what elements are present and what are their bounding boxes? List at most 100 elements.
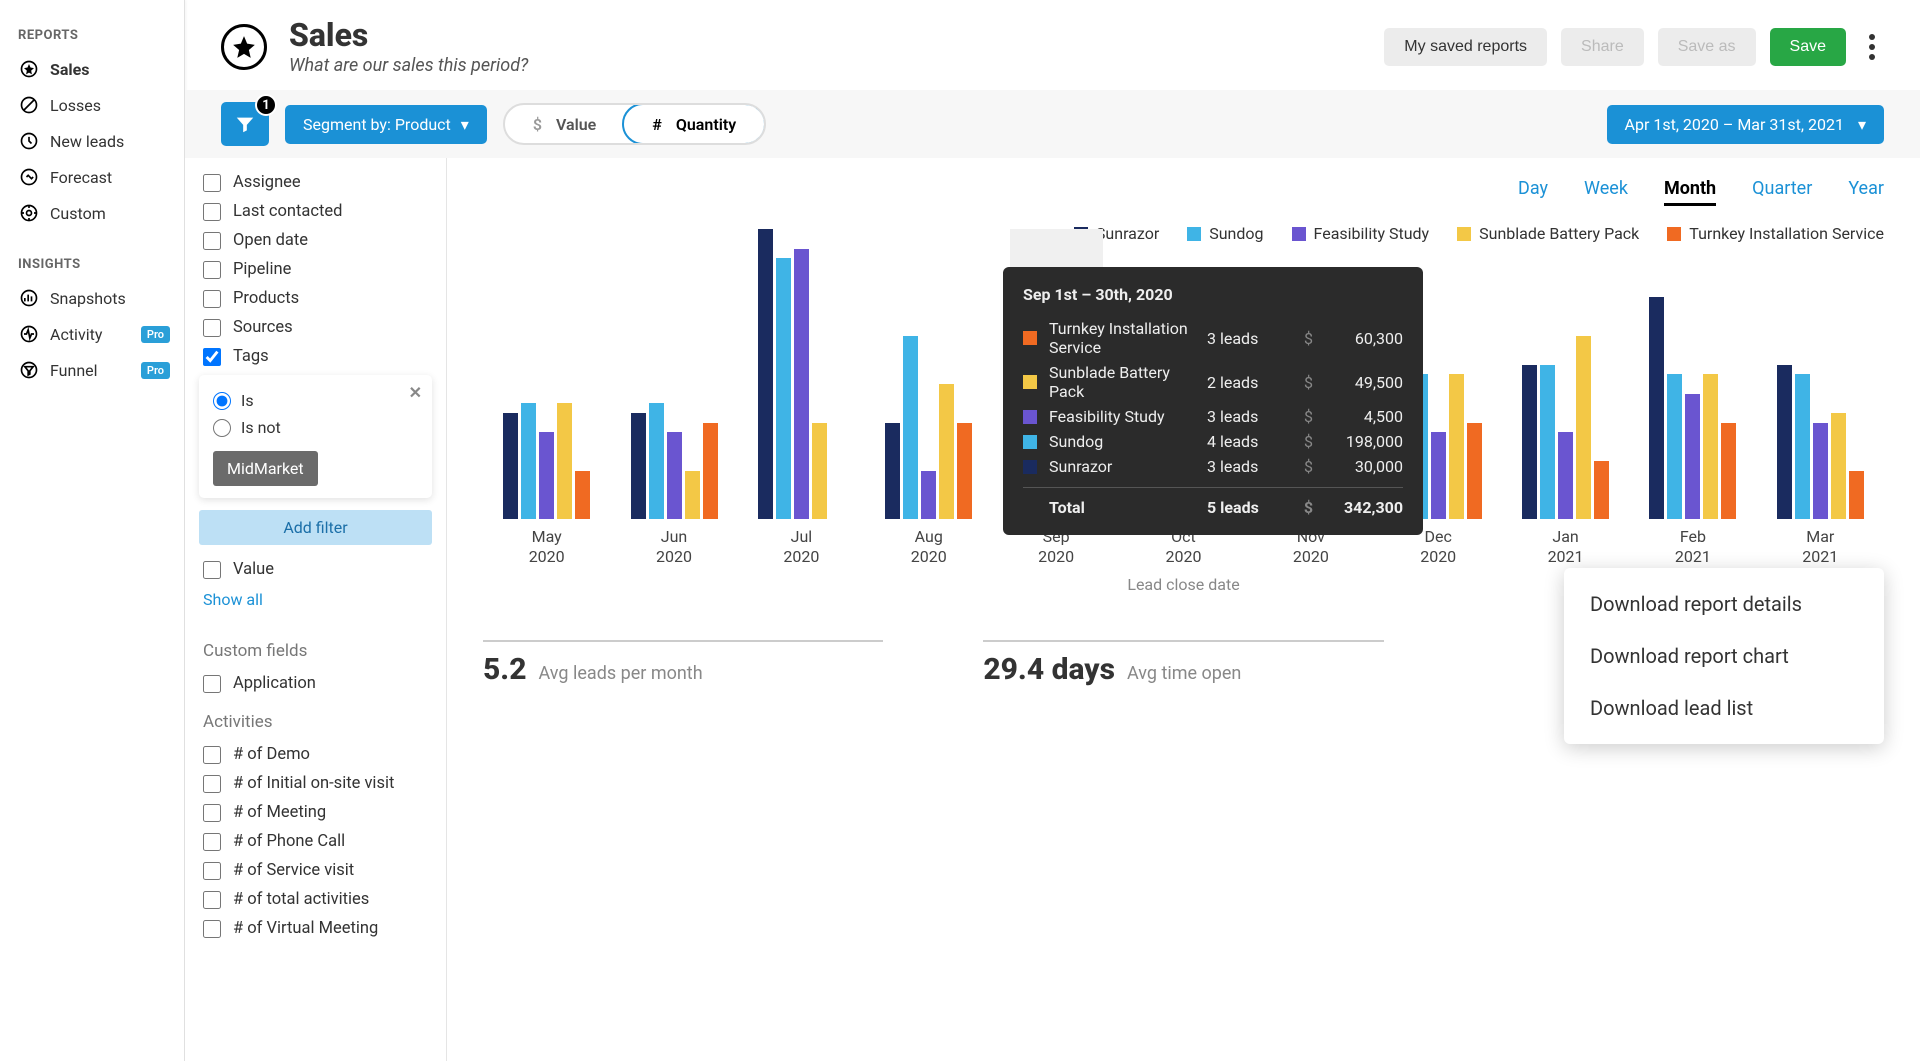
bar[interactable] [539,432,554,519]
bar[interactable] [758,229,773,519]
period-tab-quarter[interactable]: Quarter [1752,178,1812,206]
close-icon[interactable]: ✕ [409,383,422,402]
bar[interactable] [1594,461,1609,519]
bar[interactable] [1813,423,1828,520]
period-tab-day[interactable]: Day [1518,178,1548,206]
checkbox--of-service-visit[interactable] [203,862,221,880]
bar[interactable] [557,403,572,519]
bar[interactable] [1576,336,1591,520]
radio-is[interactable] [213,392,231,410]
icon [18,287,40,309]
checkbox-products[interactable] [203,290,221,308]
sidebar-item-activity[interactable]: ActivityPro [0,316,184,352]
bar[interactable] [575,471,590,519]
tag-chip[interactable]: MidMarket [213,451,318,486]
pill-value[interactable]: $ Value [505,105,624,143]
checkbox-application[interactable] [203,675,221,693]
bar[interactable] [503,413,518,519]
filter-button[interactable]: 1 [221,102,269,146]
bar[interactable] [812,423,827,520]
sidebar-item-losses[interactable]: Losses [0,87,184,123]
month-column[interactable]: Feb2021 [1629,229,1756,567]
bar[interactable] [667,432,682,519]
sidebar-item-forecast[interactable]: Forecast [0,159,184,195]
period-tab-year[interactable]: Year [1848,178,1884,206]
month-column[interactable]: Jun2020 [610,229,737,567]
period-tab-month[interactable]: Month [1664,178,1716,206]
bar[interactable] [1649,297,1664,519]
x-tick-label: Jun2020 [656,527,692,567]
bar[interactable] [776,258,791,519]
bar[interactable] [794,249,809,520]
bar[interactable] [1777,365,1792,520]
bar[interactable] [521,403,536,519]
checkbox-tags[interactable] [203,348,221,366]
checkbox-value[interactable] [203,561,221,579]
toolbar: 1 Segment by: Product ▾ $ Value # Quanti… [185,90,1920,158]
bar[interactable] [685,471,700,519]
bar[interactable] [939,384,954,519]
bar[interactable] [1558,432,1573,519]
bar[interactable] [1467,423,1482,520]
month-column[interactable]: Jul2020 [738,229,865,567]
checkbox-assignee[interactable] [203,174,221,192]
month-column[interactable]: Jan2021 [1502,229,1629,567]
bar[interactable] [1685,394,1700,520]
checkbox-last-contacted[interactable] [203,203,221,221]
bar[interactable] [957,423,972,520]
save-as-button[interactable]: Save as [1658,28,1756,66]
month-column[interactable]: Mar2021 [1757,229,1884,567]
sidebar-item-new-leads[interactable]: New leads [0,123,184,159]
checkbox--of-virtual-meeting[interactable] [203,920,221,938]
bar[interactable] [1721,423,1736,520]
checkbox-open-date[interactable] [203,232,221,250]
bar[interactable] [649,403,664,519]
radio-is-not[interactable] [213,419,231,437]
sidebar-item-funnel[interactable]: FunnelPro [0,352,184,388]
bar[interactable] [1431,432,1446,519]
save-button[interactable]: Save [1770,28,1846,66]
download-menu-item[interactable]: Download report chart [1564,630,1884,682]
bar[interactable] [631,413,646,519]
bar[interactable] [885,423,900,520]
add-filter-button[interactable]: Add filter [199,510,432,545]
bar[interactable] [1831,413,1846,519]
sidebar-item-label: Funnel [50,361,98,380]
checkbox-sources[interactable] [203,319,221,337]
checkbox--of-initial-on-site-visit[interactable] [203,775,221,793]
bar[interactable] [1703,374,1718,519]
download-menu-item[interactable]: Download lead list [1564,682,1884,734]
show-all-link[interactable]: Show all [185,584,446,627]
sidebar-item-snapshots[interactable]: Snapshots [0,280,184,316]
checkbox--of-demo[interactable] [203,746,221,764]
segment-by-dropdown[interactable]: Segment by: Product ▾ [285,105,487,144]
download-menu-item[interactable]: Download report details [1564,578,1884,630]
sidebar-item-label: Forecast [50,168,112,187]
bar[interactable] [1795,374,1810,519]
month-column[interactable]: May2020 [483,229,610,567]
checkbox--of-phone-call[interactable] [203,833,221,851]
sidebar-item-sales[interactable]: Sales [0,51,184,87]
bar[interactable] [1667,374,1682,519]
x-tick-label: Feb2021 [1675,527,1711,567]
bar[interactable] [1449,374,1464,519]
period-tab-week[interactable]: Week [1584,178,1628,206]
bar[interactable] [703,423,718,520]
kebab-menu-icon[interactable] [1860,34,1884,60]
date-range-picker[interactable]: Apr 1st, 2020 – Mar 31st, 2021 ▾ [1607,105,1884,144]
chevron-down-icon: ▾ [461,115,469,134]
bar[interactable] [903,336,918,520]
bar[interactable] [1540,365,1555,520]
month-column[interactable]: Aug2020 [865,229,992,567]
x-tick-label: Aug2020 [911,527,947,567]
checkbox-pipeline[interactable] [203,261,221,279]
bar[interactable] [1522,365,1537,520]
my-saved-reports-button[interactable]: My saved reports [1384,28,1547,66]
share-button[interactable]: Share [1561,28,1644,66]
checkbox--of-meeting[interactable] [203,804,221,822]
bar[interactable] [921,471,936,519]
bar[interactable] [1849,471,1864,519]
checkbox--of-total-activities[interactable] [203,891,221,909]
sidebar-item-custom[interactable]: Custom [0,195,184,231]
pill-quantity[interactable]: # Quantity [622,103,766,145]
